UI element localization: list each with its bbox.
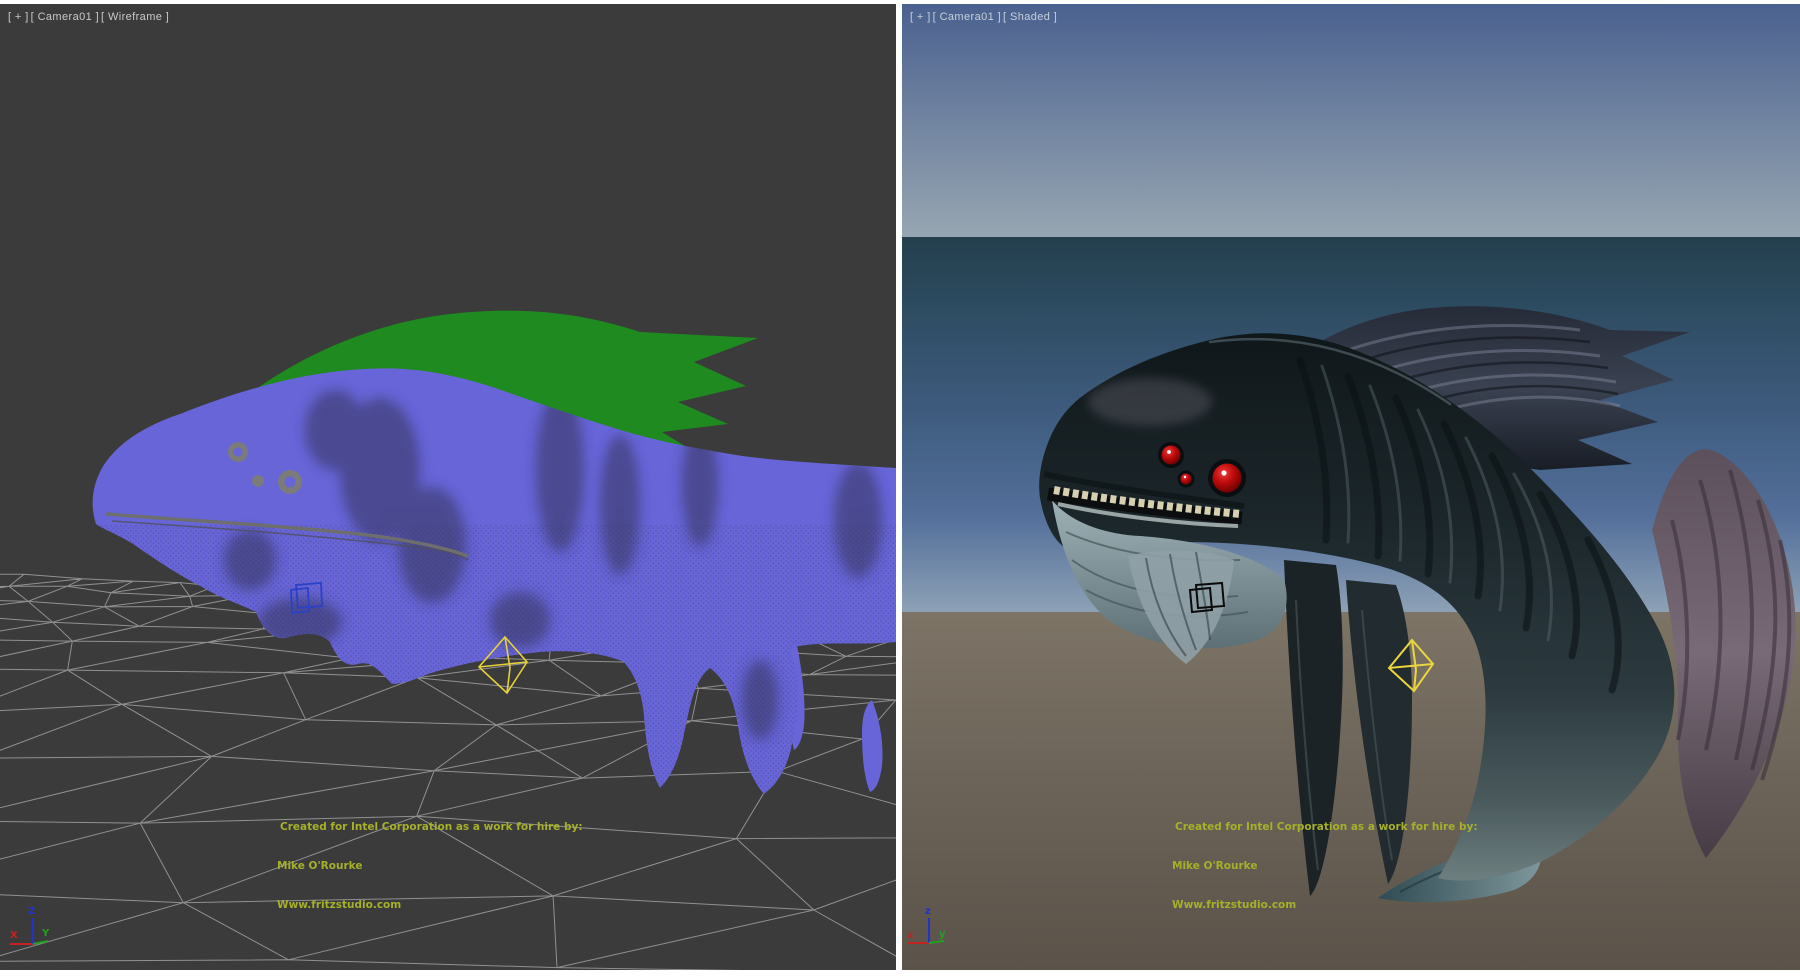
viewport-menu-shading[interactable]: [ Wireframe ] — [101, 11, 169, 23]
viewport-label-right: [ + ][ Camera01 ][ Shaded ] — [910, 11, 1059, 23]
attribution-line: Mike O'Rourke — [1172, 860, 1478, 873]
axis-gizmo-left: X Y Z — [10, 906, 50, 944]
viewport-menu-plus[interactable]: [ + ] — [910, 11, 931, 23]
caudal-fin-mauve — [1652, 449, 1796, 858]
attribution-line: Mike O'Rourke — [277, 860, 583, 873]
attribution-line: Created for Intel Corporation as a work … — [1172, 821, 1478, 834]
fish-wireframe-model[interactable] — [93, 311, 896, 824]
viewport-wireframe[interactable]: [ + ][ Camera01 ][ Wireframe ] — [0, 4, 896, 970]
axis-z-label: z — [925, 906, 931, 917]
attribution-line: Created for Intel Corporation as a work … — [277, 821, 583, 834]
dual-viewport-workspace: [ + ][ Camera01 ][ Wireframe ] — [0, 0, 1800, 978]
viewport-menu-camera[interactable]: [ Camera01 ] — [933, 11, 1001, 23]
attribution-text-left: Created for Intel Corporation as a work … — [277, 795, 583, 938]
eye-small — [1181, 474, 1192, 485]
attribution-line: Www.fritzstudio.com — [1172, 899, 1478, 912]
viewport-menu-plus[interactable]: [ + ] — [8, 11, 29, 23]
axis-x-label: X — [10, 930, 18, 941]
axis-y-label: y — [939, 929, 946, 940]
viewport-menu-shading[interactable]: [ Shaded ] — [1003, 11, 1057, 23]
viewport-shaded[interactable]: [ + ][ Camera01 ][ Shaded ] — [902, 4, 1800, 970]
axis-y-label: Y — [41, 928, 50, 939]
viewport-menu-camera[interactable]: [ Camera01 ] — [31, 11, 99, 23]
attribution-line: Www.fritzstudio.com — [277, 899, 583, 912]
attribution-text-right: Created for Intel Corporation as a work … — [1172, 795, 1478, 938]
viewport-label-left: [ + ][ Camera01 ][ Wireframe ] — [8, 11, 171, 23]
axis-x-label: x — [907, 930, 914, 941]
axis-gizmo-right: x y z — [907, 906, 946, 943]
axis-z-label: Z — [28, 906, 35, 917]
eye-medium — [1162, 446, 1181, 465]
tail-filament-2 — [862, 700, 883, 792]
eye-large — [1213, 464, 1242, 493]
head-highlight — [1088, 378, 1212, 426]
